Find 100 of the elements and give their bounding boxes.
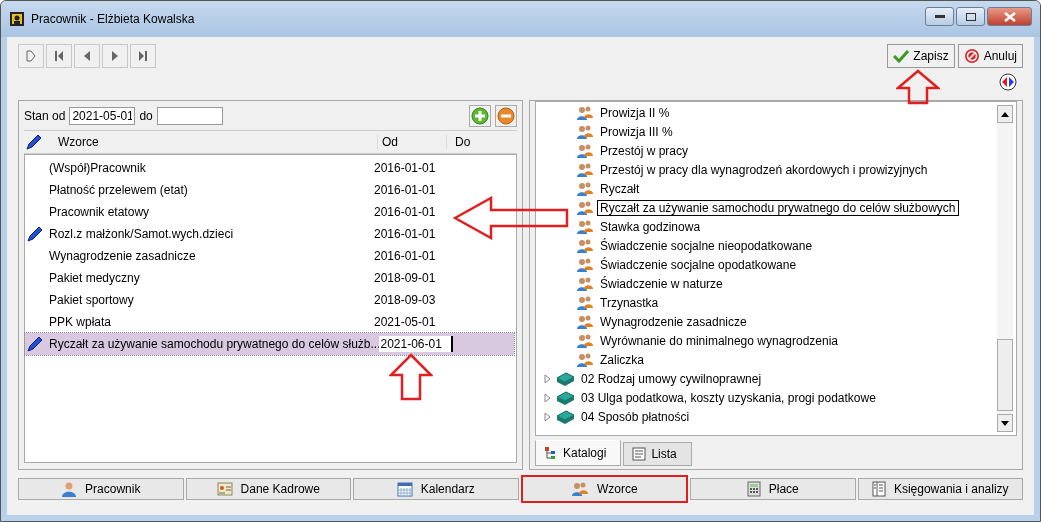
- table-cell-text: 2016-01-01: [374, 249, 437, 263]
- ledger-icon: [871, 481, 886, 497]
- tree-item[interactable]: Ryczałt: [597, 180, 643, 197]
- section-tab[interactable]: Pracownik: [18, 478, 184, 500]
- scroll-down-icon[interactable]: [1001, 420, 1009, 426]
- tree-item[interactable]: 04 Sposób płatności: [578, 408, 693, 425]
- tree-item[interactable]: Zaliczka: [597, 351, 647, 368]
- cancel-icon: [963, 48, 980, 64]
- people-icon: [576, 313, 594, 330]
- table-cell-text: 2018-09-01: [374, 271, 437, 285]
- list-icon: [632, 447, 647, 461]
- table-row[interactable]: Płatność przelewem (etat) 2016-01-01: [25, 179, 514, 201]
- column-header[interactable]: Od: [377, 135, 446, 149]
- people-icon: [576, 199, 594, 216]
- table-cell-text: (Współ)Pracownik: [48, 161, 147, 175]
- tree-item[interactable]: Prowizja II %: [597, 104, 673, 121]
- table-cell-text: PPK wpłata: [48, 315, 113, 329]
- close-button[interactable]: [987, 7, 1032, 26]
- first-icon: [55, 51, 63, 61]
- section-tab[interactable]: Płace: [690, 478, 856, 500]
- add-button[interactable]: [469, 105, 491, 127]
- tree-item[interactable]: Świadczenie socjalne nieopodatkowane: [597, 237, 816, 254]
- table-cell-text: Pracownik etatowy: [48, 205, 151, 219]
- previous-button[interactable]: [74, 44, 100, 68]
- maximize-icon: [965, 12, 976, 21]
- scroll-thumb[interactable]: [997, 339, 1013, 411]
- tree-item[interactable]: 02 Rodzaj umowy cywilnoprawnej: [578, 370, 765, 387]
- minus-icon: [497, 107, 515, 125]
- tree-item[interactable]: Świadczenie socjalne opodatkowane: [597, 256, 800, 273]
- from-date-field[interactable]: 2021-05-01: [69, 107, 136, 125]
- table-row[interactable]: Wynagrodzenie zasadnicze 2016-01-01: [25, 245, 514, 267]
- people-icon: [576, 123, 594, 140]
- next-icon: [112, 51, 118, 61]
- table-row[interactable]: Pakiet sportowy 2018-09-03: [25, 289, 514, 311]
- tree-item[interactable]: Ryczałt za używanie samochodu prywatnego do celów służbowych: [597, 199, 959, 216]
- people-icon: [576, 218, 594, 235]
- table-row[interactable]: Pracownik etatowy 2016-01-01: [25, 201, 514, 223]
- minimize-button[interactable]: [925, 7, 954, 26]
- table-row[interactable]: Pakiet medyczny 2018-09-01: [25, 267, 514, 289]
- table-cell-text: Rozl.z małżonk/Samot.wych.dzieci: [48, 227, 235, 241]
- table-cell-text: 2016-01-01: [374, 161, 437, 175]
- tab[interactable]: Lista: [623, 442, 692, 466]
- book-icon: [555, 370, 575, 387]
- people-icon: [576, 332, 594, 349]
- table-cell-text: 2016-01-01: [374, 227, 437, 241]
- expand-icon[interactable]: [544, 373, 552, 384]
- tree-item[interactable]: Prowizja III %: [597, 123, 676, 140]
- app-icon: [9, 11, 25, 27]
- section-tab[interactable]: Dane Kadrowe: [185, 478, 351, 500]
- table-row[interactable]: Rozl.z małżonk/Samot.wych.dzieci 2016-01-01: [25, 223, 514, 245]
- tree-item[interactable]: Przestój w pracy: [597, 142, 692, 159]
- save-button[interactable]: Zapisz: [887, 44, 955, 68]
- next-button[interactable]: [102, 44, 128, 68]
- column-header[interactable]: Do: [446, 135, 517, 149]
- previous-icon: [84, 51, 90, 61]
- tree-item[interactable]: Świadczenie w naturze: [597, 275, 726, 292]
- person-icon: [61, 481, 78, 497]
- people-icon: [576, 180, 594, 197]
- scrollbar[interactable]: [997, 105, 1013, 432]
- last-button[interactable]: [130, 44, 156, 68]
- tree-item[interactable]: 03 Ulga podatkowa, koszty uzyskania, progi podatkowe: [578, 389, 879, 406]
- section-tab[interactable]: Księgowania i analizy: [857, 478, 1023, 500]
- pencil-icon: [24, 133, 44, 151]
- last-icon: [139, 51, 147, 61]
- table-cell-text: 2016-01-01: [374, 205, 437, 219]
- table-cell-text: 2021-05-01: [374, 315, 437, 329]
- close-icon: [1003, 11, 1016, 22]
- table-row[interactable]: (Współ)Pracownik 2016-01-01: [25, 157, 514, 179]
- table-row[interactable]: PPK wpłata 2021-05-01: [25, 311, 514, 333]
- tree-item[interactable]: Wyrównanie do minimalnego wynagrodzenia: [597, 332, 842, 349]
- section-tab[interactable]: Wzorce: [520, 475, 688, 503]
- tree-item[interactable]: Wynagrodzenie zasadnicze: [597, 313, 750, 330]
- expand-icon[interactable]: [544, 392, 552, 403]
- window-title: Pracownik - Elżbieta Kowalska: [31, 12, 195, 26]
- table-cell-text: Płatność przelewem (etat): [48, 183, 189, 197]
- section-tab[interactable]: Kalendarz: [353, 478, 519, 500]
- book-icon: [555, 408, 575, 425]
- book-icon: [555, 389, 575, 406]
- from-label: Stan od: [24, 109, 66, 123]
- maximize-button[interactable]: [956, 7, 985, 26]
- people-icon: [576, 237, 594, 254]
- tree-item[interactable]: Trzynastka: [597, 294, 662, 311]
- column-header[interactable]: Wzorce: [44, 135, 377, 149]
- cancel-button[interactable]: Anuluj: [957, 44, 1023, 68]
- annotation-arrow: [389, 353, 433, 401]
- to-date-field[interactable]: [156, 107, 223, 125]
- scroll-up-icon[interactable]: [1001, 111, 1009, 117]
- calculator-icon: [746, 481, 761, 497]
- remove-button[interactable]: [495, 105, 517, 127]
- tree-icon: [544, 446, 558, 460]
- first-button[interactable]: [46, 44, 72, 68]
- tree-item[interactable]: Przestój w pracy dla wynagrodzeń akordowych i prowizyjnych: [597, 161, 931, 178]
- selected-row[interactable]: Ryczałt za używanie samochodu prywatnego do celów służb...2021-06-01: [25, 333, 514, 355]
- tab[interactable]: Katalogi: [535, 440, 622, 466]
- expand-icon[interactable]: [544, 411, 552, 422]
- split-toggle-icon[interactable]: [999, 73, 1017, 91]
- table-cell-text: 2018-09-03: [374, 293, 437, 307]
- people-icon: [576, 161, 594, 178]
- tree-item[interactable]: Stawka godzinowa: [597, 218, 704, 235]
- people-icon: [570, 481, 589, 497]
